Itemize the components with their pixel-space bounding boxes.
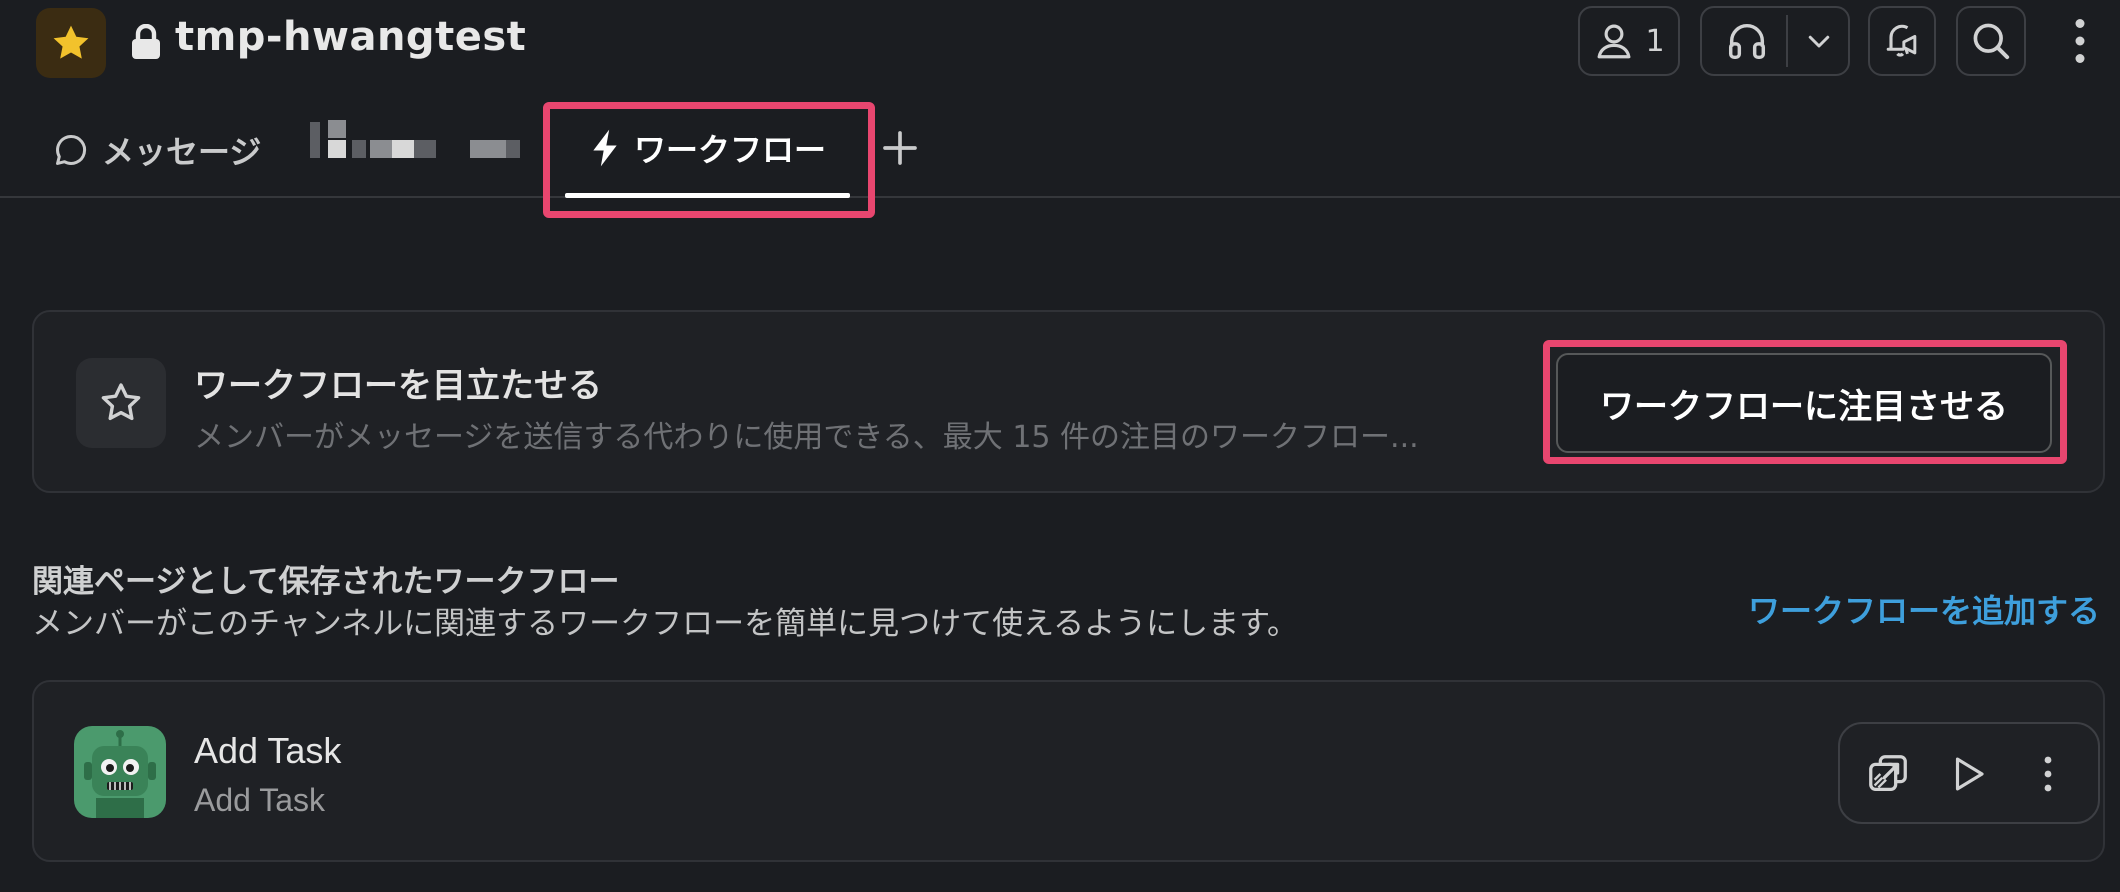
star-outline-icon xyxy=(101,383,141,421)
members-button[interactable]: 1 xyxy=(1578,6,1680,76)
search-button[interactable] xyxy=(1956,6,2026,76)
workspace-icon[interactable] xyxy=(36,8,106,78)
search-icon xyxy=(1973,23,2010,60)
lightning-icon xyxy=(588,128,622,168)
feature-workflow-button[interactable]: ワークフローに注目させる xyxy=(1556,353,2052,453)
star-icon xyxy=(53,25,89,59)
bell-megaphone-icon xyxy=(1886,24,1917,57)
feature-description: メンバーがメッセージを送信する代わりに使用できる、最大 15 件の注目のワークフ… xyxy=(194,420,1419,455)
kebab-menu-icon xyxy=(2044,756,2052,792)
active-tab-indicator xyxy=(565,193,850,198)
channel-name[interactable]: tmp-hwangtest xyxy=(175,14,526,60)
robot-icon xyxy=(74,726,166,818)
channel-header: tmp-hwangtest 1 xyxy=(0,0,2120,88)
workflow-item[interactable]: Add Task Add Task xyxy=(32,680,2105,862)
plus-icon[interactable] xyxy=(880,128,920,168)
message-bubble-icon xyxy=(52,131,90,169)
tab-redacted[interactable] xyxy=(310,118,530,168)
feature-star-box xyxy=(76,358,166,448)
open-window-icon xyxy=(1869,755,1907,791)
kebab-menu-icon[interactable] xyxy=(2066,16,2094,66)
tab-messages[interactable]: メッセージ xyxy=(52,120,261,180)
open-workflow-button[interactable] xyxy=(1860,746,1916,802)
lock-icon xyxy=(132,24,160,59)
tab-workflow[interactable]: ワークフロー xyxy=(588,118,826,178)
related-section-description: メンバーがこのチャンネルに関連するワークフローを簡単に見つけて使えるようにします… xyxy=(32,606,1299,642)
notifications-button[interactable] xyxy=(1868,6,1936,76)
feature-title: ワークフローを目立たせる xyxy=(194,366,602,406)
workflow-name: Add Task xyxy=(194,730,342,771)
workflow-more-button[interactable] xyxy=(2020,746,2076,802)
user-icon xyxy=(1598,24,1631,59)
huddle-divider xyxy=(1786,15,1788,67)
tab-messages-label: メッセージ xyxy=(102,133,262,171)
add-workflow-link[interactable]: ワークフローを追加する xyxy=(1748,586,2100,632)
members-count: 1 xyxy=(1645,23,1665,59)
related-section-title: 関連ページとして保存されたワークフロー xyxy=(32,564,620,600)
run-workflow-button[interactable] xyxy=(1940,746,1996,802)
huddle-button[interactable] xyxy=(1700,6,1850,76)
workflow-actions xyxy=(1838,722,2100,824)
chevron-down-icon[interactable] xyxy=(1804,26,1834,56)
play-icon xyxy=(1955,757,1984,791)
headphones-icon xyxy=(1728,24,1766,60)
workflow-subtitle: Add Task xyxy=(194,782,326,818)
tab-workflow-label: ワークフロー xyxy=(634,131,827,169)
